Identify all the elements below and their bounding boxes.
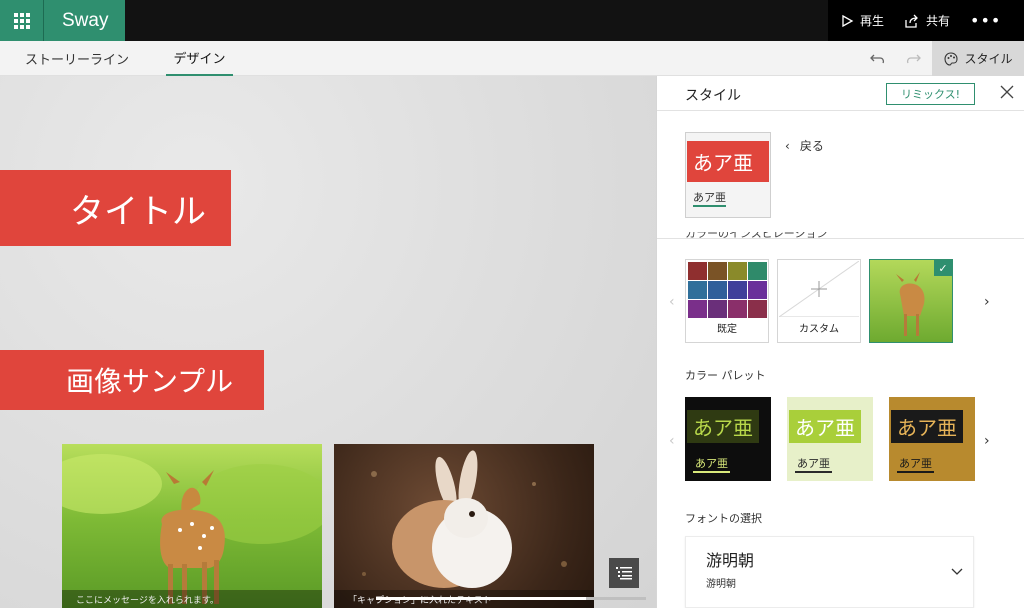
heading-card[interactable]: 画像サンプル <box>0 350 264 410</box>
color-option-label: カスタム <box>799 324 839 335</box>
font-selection-label: フォントの選択 <box>685 512 762 525</box>
palette-icon <box>944 51 959 66</box>
share-button[interactable]: 共有 <box>904 12 950 29</box>
selected-check-icon: ✓ <box>934 260 952 276</box>
palette-sample-title: あア亜 <box>891 410 963 443</box>
share-label: 共有 <box>926 14 951 28</box>
color-swatch <box>708 262 727 280</box>
style-panel: スタイル リミックス! あア亜 あア亜 ‹ 戻る カラーのインスピレーション ‹… <box>656 76 1024 608</box>
style-button[interactable]: スタイル <box>932 41 1024 76</box>
color-palette-label: カラー パレット <box>685 369 766 382</box>
waffle-icon <box>13 12 30 29</box>
panel-title: スタイル <box>685 88 741 104</box>
font-sub: 游明朝 <box>706 579 736 590</box>
chevron-left-icon[interactable]: ‹ <box>669 294 675 310</box>
tab-storyline[interactable]: ストーリーライン <box>25 41 129 76</box>
undo-button[interactable] <box>870 41 886 76</box>
color-swatch <box>728 281 747 299</box>
close-icon <box>1000 85 1014 99</box>
story-title: タイトル <box>70 191 206 232</box>
color-swatch <box>728 262 747 280</box>
color-swatch <box>688 281 707 299</box>
chevron-left-icon: ‹ <box>785 138 790 153</box>
story-canvas: タイトル 画像サンプル ここにメッセージを入れられます。 「キャプション」に入れ… <box>0 76 656 608</box>
section-heading: 画像サンプル <box>66 365 234 398</box>
current-style-preview: あア亜 あア亜 <box>685 132 771 218</box>
title-card[interactable]: タイトル <box>0 170 231 246</box>
list-icon <box>616 567 632 580</box>
palette-sample-body: あア亜 <box>693 455 730 473</box>
top-actions: 再生 共有 ••• <box>828 0 1024 41</box>
back-button[interactable]: ‹ 戻る <box>785 137 824 154</box>
color-swatch <box>728 300 747 318</box>
color-option-default[interactable]: 既定 <box>685 259 769 343</box>
color-swatch <box>748 262 767 280</box>
color-palette-option[interactable]: あア亜 あア亜 <box>787 397 873 481</box>
chevron-right-icon[interactable]: › <box>984 294 990 310</box>
tab-design[interactable]: デザイン <box>166 41 233 76</box>
color-swatch <box>688 262 707 280</box>
share-icon <box>905 14 918 28</box>
image-card-rabbit[interactable]: 「キャプション」に入れたテキスト <box>334 444 594 608</box>
panel-header: スタイル リミックス! <box>657 76 1024 111</box>
rabbit-image <box>362 450 567 588</box>
color-swatch <box>708 300 727 318</box>
app-launcher-button[interactable] <box>0 0 44 41</box>
deer-image <box>62 454 322 604</box>
chevron-left-icon[interactable]: ‹ <box>669 433 675 449</box>
redo-button[interactable] <box>905 41 921 76</box>
font-name: 游明朝 <box>706 551 755 570</box>
horizontal-scrollbar[interactable] <box>376 597 646 600</box>
play-button[interactable]: 再生 <box>840 12 884 29</box>
scrollbar-thumb[interactable] <box>376 597 586 600</box>
color-option-image[interactable]: ✓ <box>869 259 953 343</box>
navigation-button[interactable] <box>609 558 639 588</box>
chevron-right-icon[interactable]: › <box>984 433 990 449</box>
palette-sample-title: あア亜 <box>687 410 759 443</box>
font-select[interactable]: 游明朝 游明朝 <box>685 536 974 608</box>
style-preview-title: あア亜 <box>687 141 769 182</box>
custom-color-area <box>778 260 860 318</box>
color-swatch <box>748 300 767 318</box>
tab-bar: ストーリーライン デザイン スタイル <box>0 41 1024 76</box>
color-swatch <box>708 281 727 299</box>
palette-sample-body: あア亜 <box>897 455 934 473</box>
style-button-label: スタイル <box>964 52 1013 66</box>
palette-sample-title: あア亜 <box>789 410 861 443</box>
color-option-label: 既定 <box>717 324 737 335</box>
color-option-custom[interactable]: カスタム <box>777 259 861 343</box>
more-options-button[interactable]: ••• <box>970 11 1001 30</box>
top-bar: Sway 再生 共有 ••• <box>0 0 1024 41</box>
palette-sample-body: あア亜 <box>795 455 832 473</box>
default-swatch-grid <box>687 261 767 318</box>
color-palette-option[interactable]: あア亜 あア亜 <box>889 397 975 481</box>
color-swatch <box>688 300 707 318</box>
back-label: 戻る <box>799 139 824 153</box>
chevron-down-icon <box>951 565 963 579</box>
play-label: 再生 <box>860 14 885 28</box>
panel-divider <box>657 238 1024 239</box>
app-name: Sway <box>44 0 125 41</box>
redo-icon <box>906 54 921 63</box>
style-preview-body: あア亜 <box>693 189 726 207</box>
color-swatch <box>748 281 767 299</box>
image-card-deer[interactable]: ここにメッセージを入れられます。 <box>62 444 322 608</box>
color-palette-option[interactable]: あア亜 あア亜 <box>685 397 771 481</box>
plus-icon <box>778 260 860 318</box>
close-button[interactable] <box>999 84 1015 105</box>
remix-button[interactable]: リミックス! <box>886 83 975 105</box>
undo-icon <box>870 54 885 63</box>
color-inspiration-label: カラーのインスピレーション <box>685 232 828 240</box>
play-icon <box>842 14 854 27</box>
image-caption-deer: ここにメッセージを入れられます。 <box>62 590 322 608</box>
